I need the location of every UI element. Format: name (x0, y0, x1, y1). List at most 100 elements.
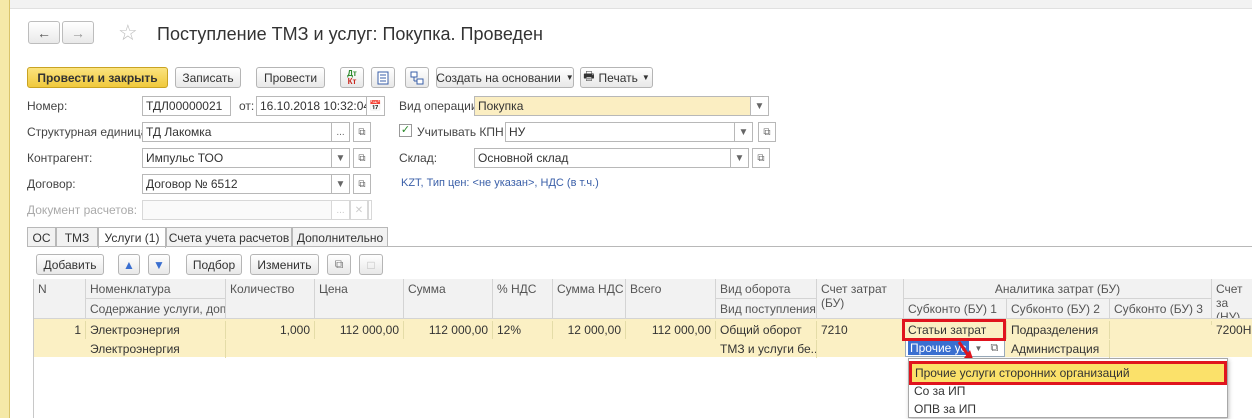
warehouse-open-button[interactable]: ⧉ (752, 148, 770, 168)
printer-icon: 🖶 (583, 69, 595, 83)
number-field[interactable]: ТДЛ00000021 (142, 96, 231, 116)
open-icon: ⧉ (358, 126, 366, 138)
settlement-doc-open-button[interactable] (368, 200, 372, 220)
warehouse-field[interactable]: Основной склад (474, 148, 731, 168)
cell-sub2[interactable]: Подразделения (1007, 321, 1110, 339)
select-button[interactable]: Подбор (186, 254, 242, 275)
move-down-button[interactable]: ▼ (148, 254, 170, 275)
header-vat-pct[interactable]: % НДС (493, 279, 553, 319)
warehouse-label: Склад: (399, 151, 438, 165)
open-icon: ⧉ (763, 126, 771, 138)
struct-unit-select-button[interactable]: ... (332, 122, 350, 142)
cell-turnover[interactable]: Общий оборот (716, 321, 817, 339)
counterparty-field[interactable]: Импульс ТОО (142, 148, 332, 168)
cell-nomenclature[interactable]: Электроэнергия (86, 321, 226, 339)
header-price[interactable]: Цена (315, 279, 404, 319)
operation-dropdown-button[interactable]: ▼ (751, 96, 769, 116)
header-nomenclature[interactable]: Номенклатура (86, 279, 226, 299)
chevron-down-icon: ▼ (738, 126, 749, 138)
header-content[interactable]: Содержание услуги, доп. (86, 299, 226, 319)
cell-qty[interactable]: 1,000 (226, 321, 315, 339)
kpn-open-button[interactable]: ⧉ (758, 122, 776, 142)
counterparty-open-button[interactable]: ⧉ (353, 148, 371, 168)
tab-tmz[interactable]: ТМЗ (56, 227, 98, 247)
structure-button[interactable] (405, 67, 429, 88)
date-field[interactable]: 16.10.2018 10:32:04 (256, 96, 367, 116)
currency-price-link[interactable]: KZT, Тип цен: <не указан>, НДС (в т.ч.) (401, 177, 599, 189)
header-analytics[interactable]: Аналитика затрат (БУ) (904, 279, 1212, 299)
save-button[interactable]: Записать (175, 67, 241, 88)
checkmark-icon: ✓ (400, 124, 411, 136)
move-up-button[interactable]: ▲ (118, 254, 140, 275)
header-total[interactable]: Всего (626, 279, 716, 319)
list-icon (377, 71, 389, 84)
add-row-button[interactable]: Добавить (36, 254, 104, 275)
print-button[interactable]: 🖶 Печать ▼ (580, 67, 653, 88)
dropdown-item[interactable]: Со за ИП (909, 381, 1227, 401)
contract-open-button[interactable]: ⧉ (353, 174, 371, 194)
tab-settlement-accounts[interactable]: Счета учета расчетов (166, 227, 292, 247)
change-button[interactable]: Изменить (250, 254, 319, 275)
header-receipt-type[interactable]: Вид поступления (716, 299, 817, 319)
settlement-doc-select-button[interactable]: ... (332, 200, 350, 220)
header-sub1[interactable]: Субконто (БУ) 1 (904, 299, 1007, 319)
header-sub3[interactable]: Субконто (БУ) 3 (1110, 299, 1212, 319)
list-button[interactable] (371, 67, 395, 88)
header-vat-sum[interactable]: Сумма НДС (553, 279, 626, 319)
cell-n[interactable]: 1 (34, 321, 86, 339)
open-icon[interactable]: ⧉ (990, 342, 998, 355)
back-button[interactable]: ← (28, 21, 60, 44)
dropdown-item[interactable]: ОПВ за ИП (909, 399, 1227, 419)
contract-field[interactable]: Договор № 6512 (142, 174, 332, 194)
cell-sub2-value[interactable]: Администрация (1007, 340, 1110, 358)
cell-vat-sum[interactable]: 12 000,00 (553, 321, 626, 339)
calendar-icon: 📅 (369, 100, 382, 112)
header-n[interactable]: N (34, 279, 86, 319)
create-based-on-button[interactable]: Создать на основании ▼ (436, 67, 574, 88)
cell-sum[interactable]: 112 000,00 (404, 321, 493, 339)
date-from-label: от: (239, 99, 255, 113)
struct-unit-field[interactable]: ТД Лакомка (142, 122, 332, 142)
open-icon: ⧉ (358, 152, 366, 164)
post-button[interactable]: Провести (256, 67, 325, 88)
calendar-button[interactable]: 📅 (367, 96, 385, 116)
header-cost-account[interactable]: Счет затрат (БУ) (817, 279, 904, 319)
header-sum[interactable]: Сумма (404, 279, 493, 319)
counterparty-dropdown-button[interactable]: ▼ (332, 148, 350, 168)
arrow-up-icon: ▲ (123, 257, 135, 272)
settlement-doc-field[interactable] (142, 200, 332, 220)
header-turnover[interactable]: Вид оборота (716, 279, 817, 299)
subconto-dropdown: Прочие услуги сторонних организаций Со з… (908, 358, 1228, 418)
copy-icon: ⧉ (334, 257, 344, 271)
cell-receipt-type[interactable]: ТМЗ и услуги бе... (716, 340, 817, 358)
kpn-field[interactable]: НУ (505, 122, 735, 142)
cell-cost-account[interactable]: 7210 (817, 321, 904, 339)
cell-cost-account-nu[interactable]: 7200Н (1212, 321, 1252, 339)
tab-os[interactable]: ОС (27, 227, 56, 247)
cell-total[interactable]: 112 000,00 (626, 321, 716, 339)
chevron-down-icon[interactable]: ▼ (975, 344, 983, 353)
tab-services[interactable]: Услуги (1) (98, 227, 166, 248)
settlement-doc-clear-button[interactable]: ✕ (350, 200, 368, 220)
cell-price[interactable]: 112 000,00 (315, 321, 404, 339)
struct-unit-open-button[interactable]: ⧉ (353, 122, 371, 142)
warehouse-dropdown-button[interactable]: ▼ (731, 148, 749, 168)
post-and-close-button[interactable]: Провести и закрыть (27, 67, 168, 88)
cell-content[interactable]: Электроэнергия (86, 340, 226, 358)
forward-button[interactable]: → (62, 21, 94, 44)
header-cost-account-nu[interactable]: Счет за (НУ) (1212, 279, 1252, 319)
cell-vat-pct[interactable]: 12% (493, 321, 553, 339)
kpn-checkbox[interactable]: ✓ (399, 124, 412, 137)
header-sub2[interactable]: Субконто (БУ) 2 (1007, 299, 1110, 319)
header-qty[interactable]: Количество (226, 279, 315, 319)
operation-field[interactable]: Покупка (474, 96, 751, 116)
contract-dropdown-button[interactable]: ▼ (332, 174, 350, 194)
copy-button[interactable]: ⧉ (327, 254, 351, 275)
cell-sub3[interactable] (1110, 321, 1212, 325)
dt-kt-button[interactable]: Дт Кт (340, 67, 364, 88)
kpn-dropdown-button[interactable]: ▼ (735, 122, 753, 142)
paste-button[interactable]: □ (359, 254, 383, 275)
favorite-star-icon[interactable]: ☆ (118, 20, 138, 46)
tab-additional[interactable]: Дополнительно (292, 227, 388, 247)
dropdown-arrow-icon: ▼ (565, 73, 574, 82)
